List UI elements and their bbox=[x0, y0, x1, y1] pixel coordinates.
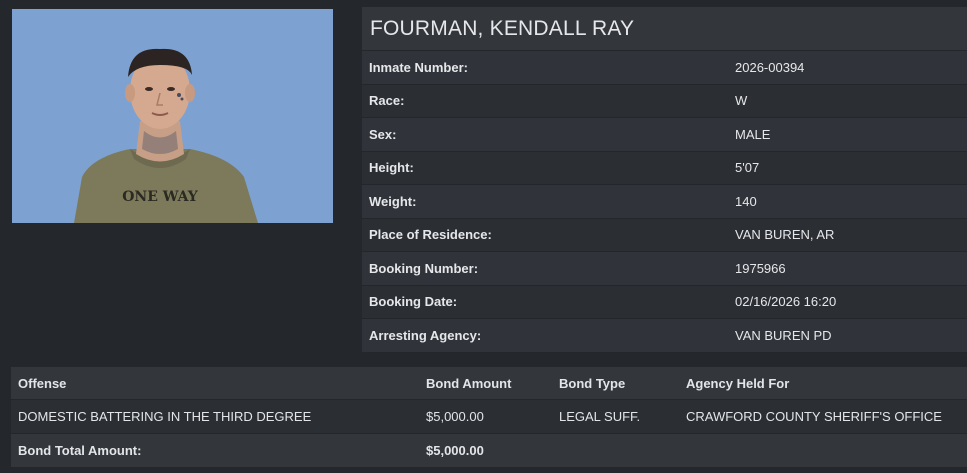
detail-value: 02/16/2026 16:20 bbox=[735, 294, 837, 310]
detail-row-booking-date: Booking Date: 02/16/2026 16:20 bbox=[362, 285, 967, 319]
header-offense: Offense bbox=[18, 375, 67, 391]
header-bond-type: Bond Type bbox=[559, 375, 626, 391]
agency-cell: CRAWFORD COUNTY SHERIFF'S OFFICE bbox=[686, 409, 942, 424]
detail-label: Booking Number: bbox=[369, 260, 479, 276]
detail-value: VAN BUREN PD bbox=[735, 327, 832, 343]
inmate-name: FOURMAN, KENDALL RAY bbox=[362, 7, 967, 51]
details-table: Inmate Number: 2026-00394 Race: W Sex: M… bbox=[362, 51, 967, 353]
detail-value: VAN BUREN, AR bbox=[735, 227, 835, 243]
offenses-header-row: Offense Bond Amount Bond Type Agency Hel… bbox=[11, 367, 967, 400]
bond-type-cell: LEGAL SUFF. bbox=[559, 409, 641, 424]
bond-total-row: Bond Total Amount: $5,000.00 bbox=[11, 434, 967, 468]
detail-label: Race: bbox=[369, 93, 405, 109]
detail-label: Height: bbox=[369, 160, 414, 176]
detail-value: 140 bbox=[735, 193, 757, 209]
bond-amount-cell: $5,000.00 bbox=[426, 409, 484, 424]
table-row: DOMESTIC BATTERING IN THE THIRD DEGREE $… bbox=[11, 400, 967, 434]
detail-label: Place of Residence: bbox=[369, 227, 492, 243]
detail-row-race: Race: W bbox=[362, 84, 967, 118]
shirt-text: ONE WAY bbox=[122, 189, 199, 205]
detail-row-height: Height: 5'07 bbox=[362, 151, 967, 185]
detail-label: Weight: bbox=[369, 193, 417, 209]
detail-row-booking-number: Booking Number: 1975966 bbox=[362, 252, 967, 286]
detail-label: Sex: bbox=[369, 126, 397, 142]
detail-row-sex: Sex: MALE bbox=[362, 118, 967, 152]
detail-label: Arresting Agency: bbox=[369, 327, 482, 343]
bond-total-label: Bond Total Amount: bbox=[18, 443, 142, 458]
mugshot-photo: ONE WAY bbox=[12, 9, 333, 223]
detail-label: Booking Date: bbox=[369, 294, 458, 310]
header-agency-held-for: Agency Held For bbox=[686, 375, 790, 391]
detail-row-arresting-agency: Arresting Agency: VAN BUREN PD bbox=[362, 319, 967, 353]
offenses-table: Offense Bond Amount Bond Type Agency Hel… bbox=[11, 367, 967, 468]
inmate-details-panel: FOURMAN, KENDALL RAY Inmate Number: 2026… bbox=[362, 7, 967, 353]
detail-row-residence: Place of Residence: VAN BUREN, AR bbox=[362, 218, 967, 252]
header-bond-amount: Bond Amount bbox=[426, 375, 512, 391]
detail-value: 5'07 bbox=[735, 160, 760, 176]
detail-row-weight: Weight: 140 bbox=[362, 185, 967, 219]
bond-total-amount: $5,000.00 bbox=[426, 443, 484, 458]
detail-row-inmate-number: Inmate Number: 2026-00394 bbox=[362, 51, 967, 85]
mugshot-image: ONE WAY bbox=[12, 9, 333, 223]
detail-label: Inmate Number: bbox=[369, 59, 468, 75]
detail-value: 2026-00394 bbox=[735, 59, 805, 75]
offense-cell: DOMESTIC BATTERING IN THE THIRD DEGREE bbox=[18, 409, 312, 424]
detail-value: 1975966 bbox=[735, 260, 786, 276]
detail-value: MALE bbox=[735, 126, 771, 142]
detail-value: W bbox=[735, 93, 748, 109]
